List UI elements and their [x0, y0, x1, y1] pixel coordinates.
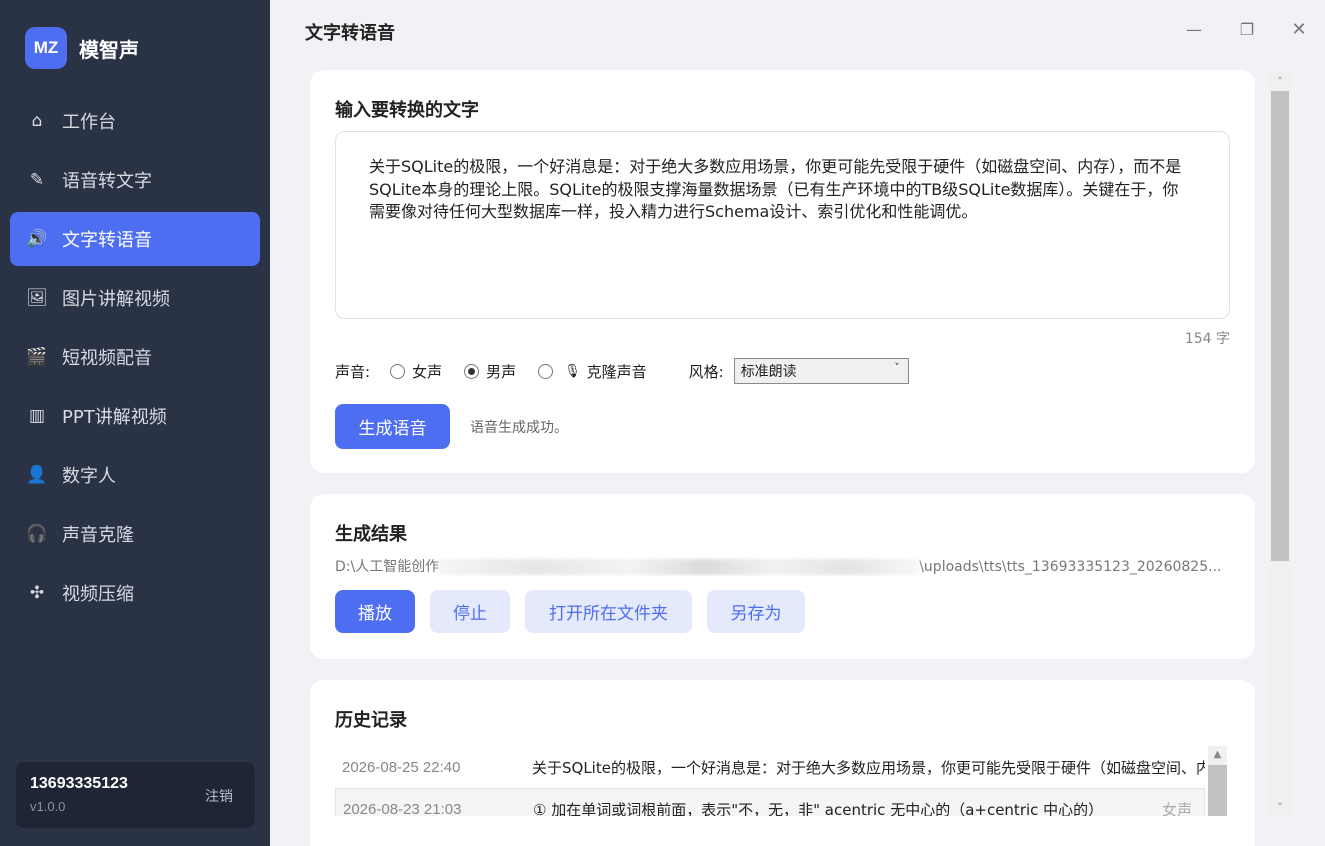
stop-button[interactable]: 停止	[430, 590, 510, 633]
radio-icon	[464, 363, 480, 379]
history-card-title: 历史记录	[335, 710, 407, 731]
input-card-title: 输入要转换的文字	[335, 100, 479, 121]
scroll-up-icon[interactable]: ▲	[1208, 746, 1227, 763]
nav-video-compress[interactable]: ✣ 视频压缩	[10, 566, 260, 620]
nav-label: 声音克隆	[62, 525, 134, 546]
app-logo: MZ	[25, 27, 67, 69]
scroll-down-icon[interactable]: ˅	[1269, 798, 1291, 816]
voice-option-label: 克隆声音	[586, 362, 647, 381]
nav-label: 数字人	[62, 466, 116, 487]
close-icon[interactable]: ✕	[1288, 18, 1310, 40]
radio-icon	[538, 363, 554, 379]
pen-icon: ✎	[29, 170, 45, 190]
play-button[interactable]: 播放	[335, 590, 415, 633]
status-message: 语音生成成功。	[470, 420, 568, 436]
home-icon: ⌂	[31, 111, 43, 131]
voice-option-label: 男声	[486, 362, 517, 381]
char-count: 154 字	[1184, 331, 1230, 347]
nav-label: 图片讲解视频	[62, 289, 170, 310]
nav-image-video[interactable]: 🖼 图片讲解视频	[10, 271, 260, 325]
history-card: 历史记录 2026-08-25 22:40 关于SQLite的极限，一个好消息是…	[310, 680, 1255, 846]
chevron-down-icon: ˅	[894, 361, 900, 374]
open-folder-button[interactable]: 打开所在文件夹	[525, 590, 692, 633]
nav-label: 工作台	[62, 112, 116, 133]
nav-speech-to-text[interactable]: ✎ 语音转文字	[10, 153, 260, 207]
nav-label: 文字转语音	[62, 230, 152, 251]
path-suffix: \uploads\tts\tts_13693335123_20260825...	[919, 559, 1222, 575]
history-voice-tag: 女声	[1161, 800, 1192, 817]
generate-button[interactable]: 生成语音	[335, 404, 450, 449]
app-version: v1.0.0	[30, 799, 66, 814]
radio-icon	[390, 363, 406, 379]
nav-label: PPT讲解视频	[62, 407, 167, 428]
brand: MZ 模智声	[25, 27, 139, 69]
user-panel: 13693335123 v1.0.0 注销	[16, 762, 255, 828]
result-card: 生成结果 D:\人工智能创作 \uploads\tts\tts_136933351…	[310, 494, 1255, 659]
history-text: 关于SQLite的极限，一个好消息是：对于绝大多数应用场景，你更可能先受限于硬件…	[532, 758, 1205, 777]
page-title: 文字转语音	[305, 23, 395, 44]
voice-label: 声音:	[335, 362, 371, 381]
voice-male-radio[interactable]: 男声	[464, 361, 516, 382]
microphone-icon: 🎙	[564, 363, 581, 379]
nav-workbench[interactable]: ⌂ 工作台	[10, 94, 260, 148]
output-file-path: D:\人工智能创作 \uploads\tts\tts_13693335123_20…	[335, 556, 1225, 576]
logout-button[interactable]: 注销	[205, 786, 233, 806]
scroll-thumb[interactable]	[1208, 765, 1227, 816]
nav-digital-human[interactable]: 👤 数字人	[10, 448, 260, 502]
text-input[interactable]: 关于SQLite的极限，一个好消息是：对于绝大多数应用场景，你更可能先受限于硬件…	[335, 131, 1230, 319]
style-label: 风格:	[688, 362, 724, 381]
history-scrollbar[interactable]: ▲	[1208, 746, 1227, 816]
user-id: 13693335123	[30, 775, 128, 792]
style-select[interactable]: 标准朗读 ˅	[733, 358, 909, 384]
result-card-title: 生成结果	[335, 524, 407, 545]
speaker-icon: 🔊	[26, 229, 48, 249]
history-time: 2026-08-25 22:40	[342, 758, 461, 776]
headphones-icon: 🎧	[26, 524, 48, 544]
image-icon: 🖼	[26, 288, 48, 308]
minimize-icon[interactable]: —	[1183, 18, 1205, 40]
voice-options: 声音: 女声 男声 🎙 克隆声音 风格: 标准朗读 ˅	[335, 358, 909, 384]
nav-ppt-video[interactable]: ▥ PPT讲解视频	[10, 389, 260, 443]
person-icon: 👤	[26, 465, 48, 485]
nav-label: 视频压缩	[62, 584, 134, 605]
scroll-thumb[interactable]	[1271, 91, 1289, 561]
style-select-value: 标准朗读	[740, 364, 797, 380]
history-row[interactable]: 2026-08-23 21:03 ① 加在单词或词根前面，表示"不，无，非" a…	[335, 788, 1205, 816]
path-prefix: D:\人工智能创作	[335, 559, 440, 575]
history-time: 2026-08-23 21:03	[343, 800, 462, 817]
app-name: 模智声	[79, 37, 139, 62]
history-text: ① 加在单词或词根前面，表示"不，无，非" acentric 无中心的（a+ce…	[533, 800, 1104, 817]
redacted-area	[439, 559, 920, 575]
nav-voice-clone[interactable]: 🎧 声音克隆	[10, 507, 260, 561]
input-card: 输入要转换的文字 关于SQLite的极限，一个好消息是：对于绝大多数应用场景，你…	[310, 70, 1255, 473]
sidebar: MZ 模智声 ⌂ 工作台 ✎ 语音转文字 🔊 文字转语音 🖼 图片讲解视频 🎬 短视频配音 ▥ PPT…	[0, 0, 270, 846]
sidebar-nav: ⌂ 工作台 ✎ 语音转文字 🔊 文字转语音 🖼 图片讲解视频 🎬 短视频配音 ▥ PPT讲解视频 👤 数字…	[10, 94, 260, 625]
voice-female-radio[interactable]: 女声	[390, 361, 442, 382]
presentation-icon: ▥	[28, 406, 46, 426]
save-as-button[interactable]: 另存为	[707, 590, 805, 633]
voice-option-label: 女声	[412, 362, 443, 381]
nav-label: 短视频配音	[62, 348, 152, 369]
clapper-icon: 🎬	[26, 347, 48, 367]
history-row[interactable]: 2026-08-25 22:40 关于SQLite的极限，一个好消息是：对于绝大…	[335, 746, 1205, 788]
nav-label: 语音转文字	[62, 171, 152, 192]
maximize-icon[interactable]: ❐	[1236, 18, 1258, 40]
scroll-up-icon[interactable]: ˄	[1269, 72, 1291, 90]
compress-icon: ✣	[29, 583, 45, 603]
voice-clone-radio[interactable]: 🎙 克隆声音	[538, 361, 647, 382]
nav-text-to-speech[interactable]: 🔊 文字转语音	[10, 212, 260, 266]
history-list: 2026-08-25 22:40 关于SQLite的极限，一个好消息是：对于绝大…	[335, 746, 1205, 816]
main-scrollbar[interactable]: ˄ ˅	[1269, 72, 1291, 816]
nav-short-video-dub[interactable]: 🎬 短视频配音	[10, 330, 260, 384]
